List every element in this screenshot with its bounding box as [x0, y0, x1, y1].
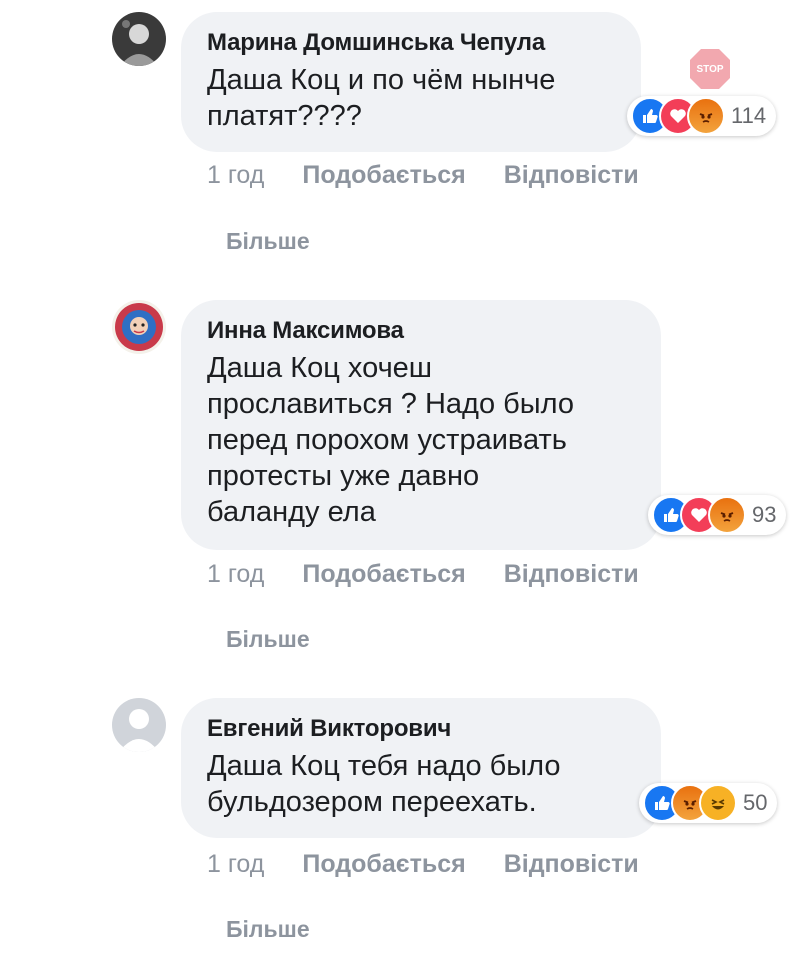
comment-text: Даша Коц хочеш прославиться ? Надо было … — [207, 352, 574, 528]
comment-text: Даша Коц тебя надо было бульдозером пере… — [207, 750, 561, 818]
reactions-summary[interactable]: 50 — [639, 783, 778, 823]
comment-time[interactable]: 1 год — [207, 560, 264, 589]
comment-time[interactable]: 1 год — [207, 850, 264, 879]
angry-icon — [687, 97, 725, 135]
avatar[interactable] — [112, 698, 166, 752]
comment-author[interactable]: Евгений Викторович — [207, 714, 635, 744]
comment-bubble: Инна Максимова Даша Коц хочеш прославить… — [181, 300, 661, 550]
comment-actions: 1 год Подобається Відповісти — [207, 850, 677, 879]
reactions-summary[interactable]: 114 — [627, 96, 777, 136]
stop-watermark-icon: STOP — [690, 49, 730, 89]
comment-actions: 1 год Подобається Відповісти — [207, 161, 677, 190]
like-button[interactable]: Подобається — [302, 560, 465, 589]
avatar[interactable] — [112, 12, 166, 66]
reply-button[interactable]: Відповісти — [504, 560, 639, 589]
angry-icon — [708, 496, 746, 534]
more-link[interactable]: Більше — [226, 916, 310, 943]
like-button[interactable]: Подобається — [302, 850, 465, 879]
comment-author[interactable]: Инна Максимова — [207, 316, 635, 346]
reaction-count: 93 — [752, 502, 777, 527]
reactions-summary[interactable]: 93 — [648, 495, 787, 535]
comment-time[interactable]: 1 год — [207, 161, 264, 190]
comment-text: Даша Коц и по чём нынче платят???? — [207, 64, 556, 132]
avatar[interactable] — [112, 300, 166, 354]
more-link[interactable]: Більше — [226, 228, 310, 255]
reaction-count: 114 — [731, 103, 767, 128]
reply-button[interactable]: Відповісти — [504, 161, 639, 190]
stop-watermark-text: STOP — [696, 64, 723, 75]
more-link[interactable]: Більше — [226, 626, 310, 653]
comment-author[interactable]: Марина Домшинська Чепула — [207, 28, 615, 58]
comment-actions: 1 год Подобається Відповісти — [207, 560, 677, 589]
reaction-count: 50 — [743, 790, 768, 815]
haha-icon — [699, 784, 737, 822]
comment-bubble: Марина Домшинська Чепула Даша Коц и по ч… — [181, 12, 641, 152]
comment-bubble: Евгений Викторович Даша Коц тебя надо бы… — [181, 698, 661, 838]
like-button[interactable]: Подобається — [302, 161, 465, 190]
reply-button[interactable]: Відповісти — [504, 850, 639, 879]
